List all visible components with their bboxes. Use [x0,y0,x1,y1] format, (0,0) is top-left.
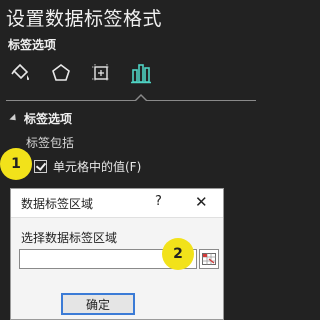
active-tab-notch-inner [135,96,147,102]
paint-bucket-icon[interactable] [8,60,34,86]
collapse-arrow-icon [9,113,19,124]
dialog-prompt: 选择数据标签区域 [21,231,118,245]
range-select-icon [202,253,216,265]
value-from-cells-label: 单元格中的值(F) [53,160,142,174]
dialog-title: 数据标签区域 [21,197,94,211]
pane-title: 设置数据标签格式 [6,8,163,30]
help-button[interactable]: ? [155,194,162,209]
range-select-button[interactable] [199,249,219,269]
ok-button[interactable]: 确定 [61,293,135,315]
label-contains-heading: 标签包括 [26,136,75,150]
pane-subtitle[interactable]: 标签选项 [8,36,56,53]
step-badge-2: 2 [162,238,194,270]
section-header-label-options[interactable]: 标签选项 [9,110,73,127]
value-from-cells-checkbox[interactable] [34,160,47,173]
bar-chart-icon[interactable] [128,60,154,86]
dialog-titlebar[interactable]: 数据标签区域 ? ✕ [11,189,223,218]
section-header-text: 标签选项 [24,112,73,126]
value-from-cells-option[interactable]: 单元格中的值(F) [34,158,141,175]
pentagon-icon[interactable] [48,60,74,86]
size-properties-icon[interactable] [88,60,114,86]
close-button[interactable]: ✕ [195,193,208,211]
tab-divider [6,100,256,101]
step-badge-1: 1 [0,148,32,180]
